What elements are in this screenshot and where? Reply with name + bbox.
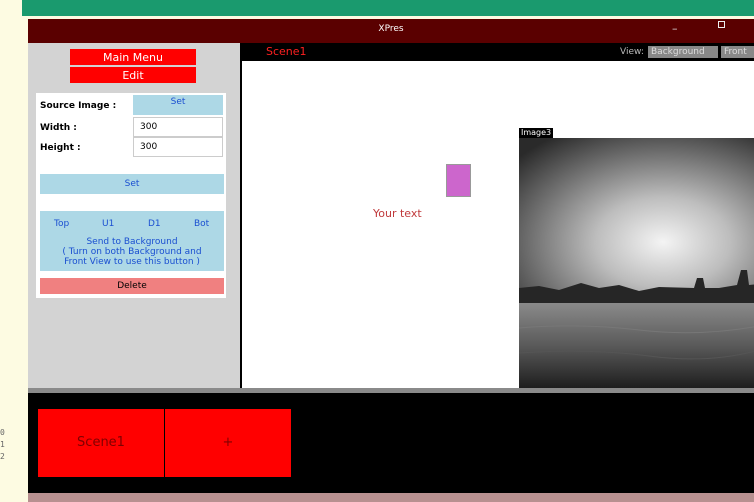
xpres-window: XPres – Main Menu Edit Source Image : Se… [28, 19, 754, 502]
send-to-background-hint: Front View to use this button ) [64, 257, 200, 267]
title-bar[interactable]: XPres – [28, 19, 754, 43]
layer-controls: Top U1 D1 Bot Send to Background ( Turn … [40, 211, 224, 271]
properties-panel: Source Image : Set Width : 300 Height : … [36, 93, 226, 298]
desktop-glyph: 1 [0, 440, 5, 449]
left-panel: Main Menu Edit Source Image : Set Width … [28, 43, 240, 388]
status-strip [28, 493, 754, 502]
send-to-background-label: Send to Background [86, 237, 178, 247]
maximize-icon[interactable] [718, 21, 725, 28]
desktop-edge: 0 1 2 [0, 0, 22, 502]
layer-top-button[interactable]: Top [54, 219, 69, 229]
layer-bottom-button[interactable]: Bot [194, 219, 209, 229]
source-image-set-button[interactable]: Set [133, 95, 223, 115]
window-title: XPres [378, 24, 404, 34]
shape-element[interactable] [446, 164, 471, 197]
width-field[interactable]: 300 [133, 117, 223, 137]
image-element[interactable] [519, 138, 754, 388]
desktop-glyph: 0 [0, 428, 5, 437]
layer-down-button[interactable]: D1 [148, 219, 161, 229]
view-background-toggle[interactable]: Background [648, 46, 718, 58]
send-to-background-button[interactable]: Send to Background ( Turn on both Backgr… [40, 237, 224, 267]
width-label: Width : [40, 123, 77, 133]
edit-button[interactable]: Edit [70, 67, 196, 83]
layer-up-button[interactable]: U1 [102, 219, 114, 229]
delete-button[interactable]: Delete [40, 278, 224, 294]
set-button[interactable]: Set [40, 174, 224, 194]
view-front-toggle[interactable]: Front [721, 46, 754, 58]
scene-tile[interactable]: Scene1 [38, 409, 164, 477]
current-scene-name: Scene1 [266, 45, 307, 58]
background-window-strip [22, 0, 754, 16]
panel-divider[interactable] [28, 388, 754, 393]
minimize-icon[interactable]: – [672, 22, 678, 35]
view-label: View: [620, 47, 644, 57]
desktop-glyph: 2 [0, 452, 5, 461]
height-label: Height : [40, 143, 81, 153]
source-image-label: Source Image : [40, 101, 117, 111]
send-to-background-hint: ( Turn on both Background and [62, 247, 202, 257]
scene-canvas[interactable]: Your text Image3 [242, 61, 754, 388]
height-field[interactable]: 300 [133, 137, 223, 157]
text-element[interactable]: Your text [373, 207, 422, 220]
image-element-label: Image3 [519, 128, 554, 138]
scene-header: Scene1 View: Background Front [240, 43, 754, 61]
add-scene-button[interactable]: + [165, 409, 291, 477]
main-menu-button[interactable]: Main Menu [70, 49, 196, 65]
